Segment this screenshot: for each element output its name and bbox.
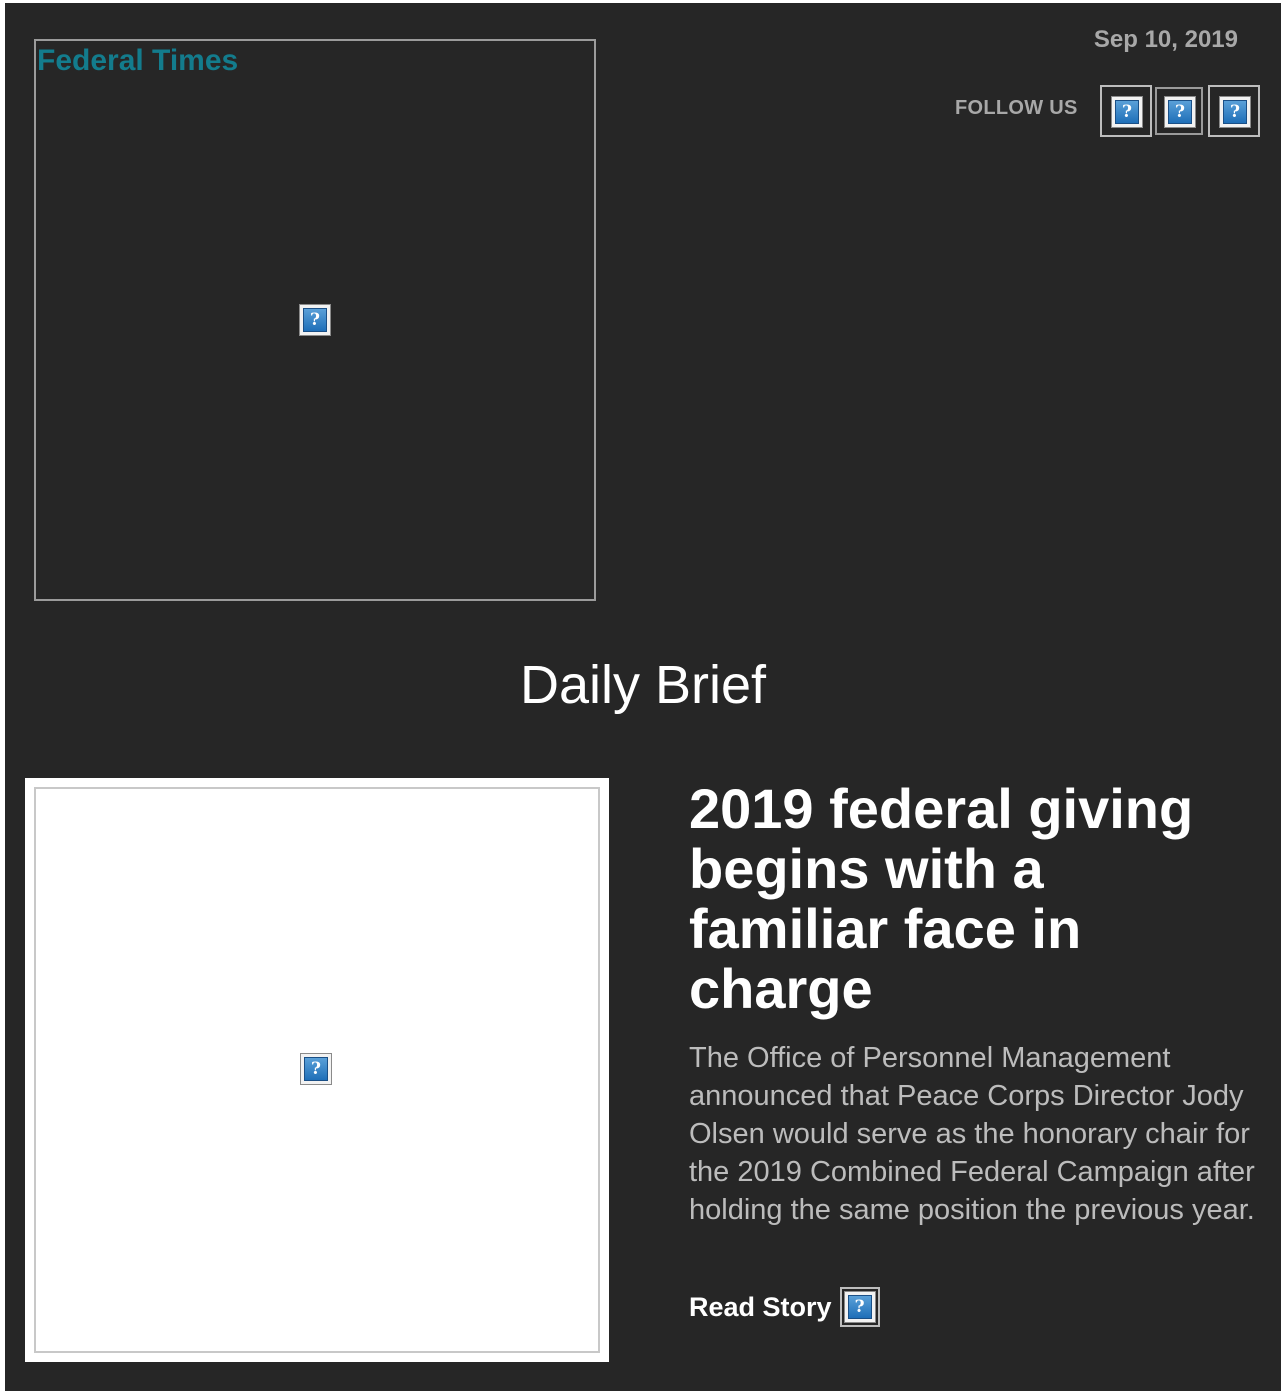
logo-image[interactable]: Federal Times ? [34, 39, 596, 601]
story-summary: The Office of Personnel Management annou… [689, 1042, 1255, 1226]
story-headline[interactable]: 2019 federal giving begins with a famili… [689, 779, 1249, 1019]
logo-alt-text: Federal Times [37, 44, 239, 77]
page: Federal Times ? Sep 10, 2019 FOLLOW US ?… [0, 0, 1282, 1394]
newsletter-body: Federal Times ? Sep 10, 2019 FOLLOW US ?… [5, 3, 1281, 1391]
broken-image-icon: ? [1164, 96, 1196, 128]
issue-date: Sep 10, 2019 [1093, 26, 1238, 53]
section-title: Daily Brief [519, 655, 767, 715]
story-image-frame: ? [34, 787, 600, 1353]
broken-image-icon: ? [1219, 96, 1251, 128]
follow-us-label: FOLLOW US [955, 97, 1078, 119]
broken-image-icon: ? [1111, 96, 1143, 128]
read-story-arrow: ? [839, 1287, 880, 1327]
broken-image-icon: ? [843, 1291, 876, 1323]
read-story-link[interactable]: Read Story ? [689, 1287, 880, 1327]
social-link-1[interactable]: ? [1100, 85, 1152, 137]
story-image[interactable]: ? [25, 778, 609, 1362]
social-link-2[interactable]: ? [1155, 87, 1203, 135]
social-link-3[interactable]: ? [1208, 85, 1260, 137]
read-story-label: Read Story [689, 1291, 832, 1322]
broken-image-icon: ? [300, 1053, 332, 1085]
broken-image-icon: ? [299, 304, 331, 336]
